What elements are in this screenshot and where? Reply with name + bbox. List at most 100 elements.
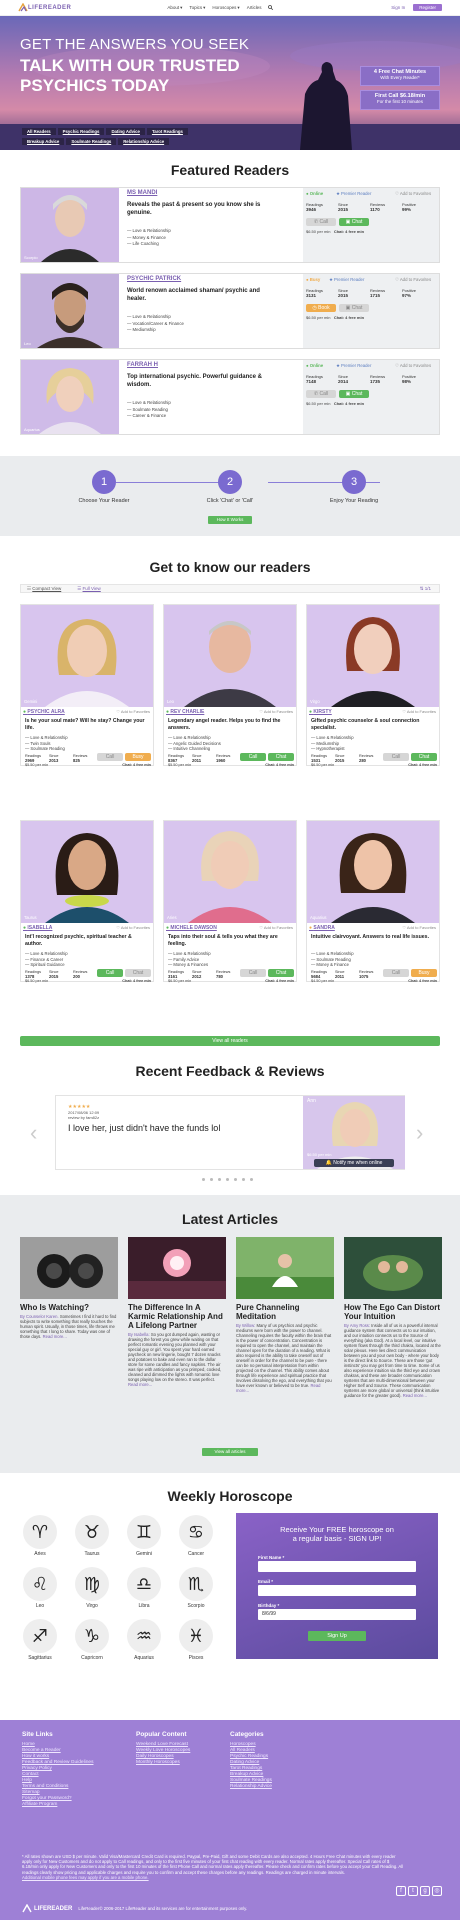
- reader-photo[interactable]: [164, 821, 296, 923]
- chat-button[interactable]: ▣ Chat: [339, 218, 369, 226]
- read-more-link[interactable]: Read more...: [128, 1382, 152, 1387]
- zodiac-aries[interactable]: ♈ Aries: [20, 1515, 60, 1557]
- article-title[interactable]: Pure Channeling Meditation: [236, 1303, 334, 1321]
- site-logo[interactable]: LIFEREADER: [18, 3, 71, 12]
- nav-topics[interactable]: Topics ▾: [189, 5, 205, 11]
- add-to-favorites[interactable]: ♡ Add to Favorites: [116, 709, 150, 714]
- reader-card[interactable]: Gemini ● PSYCHIC ALRA ♡ Add to Favorites…: [20, 604, 154, 767]
- zodiac-aquarius[interactable]: ♒ Aquarius: [124, 1619, 164, 1661]
- footer-link[interactable]: Affiliate Program: [22, 1802, 93, 1808]
- chat-button[interactable]: Chat: [268, 969, 294, 977]
- hero-tab[interactable]: Breakup Advice: [22, 138, 65, 145]
- add-to-favorites[interactable]: ♡ Add to Favorites: [402, 925, 436, 930]
- add-to-favorites[interactable]: ♡ Add to Favorites: [402, 709, 436, 714]
- nav-horoscopes[interactable]: Horoscopes ▾: [212, 5, 239, 11]
- compact-view-toggle[interactable]: ☷ Compact View: [27, 586, 61, 592]
- carousel-dot[interactable]: [218, 1178, 221, 1181]
- first-name-field[interactable]: [258, 1561, 416, 1572]
- reader-photo[interactable]: [307, 821, 439, 923]
- article-image[interactable]: [20, 1237, 118, 1299]
- reader-name[interactable]: PSYCHIC PATRICK: [127, 276, 181, 282]
- twitter-icon[interactable]: t: [408, 1886, 418, 1896]
- carousel-dot[interactable]: [242, 1178, 245, 1181]
- chat-button[interactable]: ▣ Chat: [339, 304, 369, 312]
- disclaimer-link[interactable]: Additional mobile phone fees may apply i…: [22, 1875, 406, 1880]
- instagram-icon[interactable]: ◎: [432, 1886, 442, 1896]
- reader-photo[interactable]: [21, 274, 119, 348]
- read-more-link[interactable]: Read more...: [403, 1393, 427, 1398]
- call-button[interactable]: ✆ Call: [306, 390, 336, 398]
- article-image[interactable]: [236, 1237, 334, 1299]
- zodiac-virgo[interactable]: ♍ Virgo: [72, 1567, 112, 1609]
- chat-button[interactable]: ▣ Chat: [339, 390, 369, 398]
- add-to-favorites[interactable]: ♡ Add to Favorites: [116, 925, 150, 930]
- article-card[interactable]: How The Ego Can Distort Your Intuition B…: [344, 1237, 442, 1398]
- reader-card[interactable]: Virgo ● KIRSTY ♡ Add to Favorites Gifted…: [306, 604, 440, 767]
- promo-first-call[interactable]: First Call $6.18/min For the first 10 mi…: [360, 90, 440, 110]
- google-plus-icon[interactable]: g: [420, 1886, 430, 1896]
- reader-photo[interactable]: [21, 821, 153, 923]
- busy-button[interactable]: Busy: [411, 969, 437, 977]
- carousel-dot[interactable]: [234, 1178, 237, 1181]
- featured-reader-card[interactable]: Aquarius FARRAH H Top international psyc…: [20, 359, 440, 435]
- article-card[interactable]: Who Is Watching? By Counselor Karen. Som…: [20, 1237, 118, 1339]
- article-card[interactable]: The Difference In A Karmic Relationship …: [128, 1237, 226, 1387]
- nav-articles[interactable]: Articles: [247, 5, 262, 11]
- nav-about[interactable]: About ▾: [167, 5, 182, 11]
- facebook-icon[interactable]: f: [396, 1886, 406, 1896]
- chat-button[interactable]: Chat: [125, 969, 151, 977]
- zodiac-libra[interactable]: ♎ Libra: [124, 1567, 164, 1609]
- call-button[interactable]: ✆ Call: [306, 218, 336, 226]
- how-it-works-button[interactable]: How It Works: [208, 516, 252, 524]
- carousel-dot[interactable]: [226, 1178, 229, 1181]
- call-button[interactable]: Call: [383, 969, 409, 977]
- call-button[interactable]: Call: [97, 969, 123, 977]
- reader-photo[interactable]: [21, 360, 119, 434]
- zodiac-taurus[interactable]: ♉ Taurus: [72, 1515, 112, 1557]
- register-button[interactable]: Register: [413, 4, 442, 11]
- call-button[interactable]: Call: [383, 753, 409, 761]
- call-button[interactable]: Call: [240, 753, 266, 761]
- birthday-field[interactable]: 8/6/99: [258, 1609, 416, 1620]
- reader-card[interactable]: Aquarius ● SANDRA ♡ Add to Favorites Int…: [306, 820, 440, 983]
- zodiac-scorpio[interactable]: ♏ Scorpio: [176, 1567, 216, 1609]
- reader-name[interactable]: ● SANDRA: [309, 925, 335, 931]
- hero-tab[interactable]: Psychic Readings: [57, 128, 105, 135]
- zodiac-sagittarius[interactable]: ♐ Sagittarius: [20, 1619, 60, 1661]
- read-more-link[interactable]: Read more...: [43, 1334, 67, 1339]
- footer-link[interactable]: Monthly Horoscopes: [136, 1760, 190, 1766]
- promo-free-chat[interactable]: 4 Free Chat Minutes With Every Reader*: [360, 66, 440, 86]
- carousel-prev-icon[interactable]: ‹: [30, 1120, 37, 1146]
- email-field[interactable]: [258, 1585, 416, 1596]
- full-view-toggle[interactable]: ☰ Full View: [77, 586, 100, 592]
- chat-button[interactable]: Chat: [268, 753, 294, 761]
- article-card[interactable]: Pure Channeling Meditation By Willow: Ma…: [236, 1237, 334, 1393]
- hero-tab[interactable]: Dating Advice: [106, 128, 145, 135]
- reader-name[interactable]: ● REV CHARLIE: [166, 709, 204, 715]
- reader-photo[interactable]: [21, 188, 119, 262]
- call-button[interactable]: Call: [240, 969, 266, 977]
- zodiac-capricorn[interactable]: ♑ Capricorn: [72, 1619, 112, 1661]
- reader-name[interactable]: ● MICHELE DAWSON: [166, 925, 217, 931]
- carousel-dot[interactable]: [250, 1178, 253, 1181]
- article-title[interactable]: How The Ego Can Distort Your Intuition: [344, 1303, 442, 1321]
- zodiac-leo[interactable]: ♌ Leo: [20, 1567, 60, 1609]
- reader-name[interactable]: ● KIRSTY: [309, 709, 332, 715]
- add-to-favorites[interactable]: ♡ Add to Favorites: [395, 277, 431, 283]
- reader-card[interactable]: Leo ● REV CHARLIE ♡ Add to Favorites Leg…: [163, 604, 297, 767]
- search-icon[interactable]: [268, 5, 274, 11]
- article-image[interactable]: [128, 1237, 226, 1299]
- article-image[interactable]: [344, 1237, 442, 1299]
- featured-reader-card[interactable]: Scorpio MS MANDI Reveals the past & pres…: [20, 187, 440, 263]
- reader-photo[interactable]: [21, 605, 153, 707]
- signin-link[interactable]: Sign In: [391, 5, 405, 10]
- footer-link[interactable]: Relationship Advice: [230, 1784, 272, 1790]
- notify-me-button[interactable]: 🔔 Notify me when online: [314, 1159, 394, 1167]
- hero-tab[interactable]: Tarot Readings: [146, 128, 188, 135]
- reader-name[interactable]: ● PSYCHIC ALRA: [23, 709, 65, 715]
- hero-tab[interactable]: All Readers: [22, 128, 56, 135]
- signup-submit-button[interactable]: Sign Up: [308, 1631, 366, 1641]
- zodiac-cancer[interactable]: ♋ Cancer: [176, 1515, 216, 1557]
- article-title[interactable]: Who Is Watching?: [20, 1303, 118, 1312]
- reader-photo[interactable]: [164, 605, 296, 707]
